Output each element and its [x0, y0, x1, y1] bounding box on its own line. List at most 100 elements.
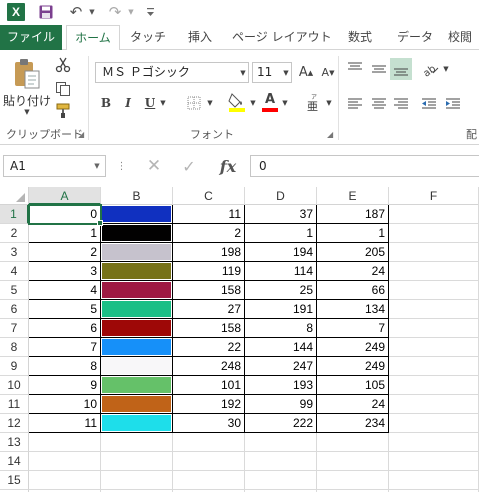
cell-d1[interactable]: 37 — [245, 205, 317, 224]
borders-icon[interactable] — [186, 94, 202, 112]
cell-c7[interactable]: 158 — [173, 319, 245, 338]
insert-function-button[interactable]: fx — [215, 155, 241, 177]
column-header-d[interactable]: D — [245, 187, 317, 205]
fill-color-icon[interactable] — [228, 91, 246, 113]
tab-formulas[interactable]: 数式 — [340, 25, 380, 50]
cell-f15[interactable] — [389, 471, 479, 490]
italic-button[interactable]: I — [120, 93, 136, 113]
tab-page-layout[interactable]: ページ レイアウト — [232, 25, 332, 50]
cell-b2[interactable] — [101, 224, 173, 243]
redo-icon[interactable]: ↷ — [107, 3, 123, 21]
row-header[interactable]: 9 — [0, 357, 29, 376]
cell-f3[interactable] — [389, 243, 479, 262]
cell-f1[interactable] — [389, 205, 479, 224]
decrease-indent-icon[interactable] — [420, 96, 438, 112]
cell-e2[interactable]: 1 — [317, 224, 389, 243]
cell-b3[interactable] — [101, 243, 173, 262]
align-center-icon[interactable] — [370, 96, 388, 112]
font-color-dropdown-icon[interactable]: ▼ — [281, 93, 289, 113]
cell-f5[interactable] — [389, 281, 479, 300]
cell-d9[interactable]: 247 — [245, 357, 317, 376]
customize-qat-icon[interactable] — [145, 3, 155, 21]
cell-b12[interactable] — [101, 414, 173, 433]
cell-c8[interactable]: 22 — [173, 338, 245, 357]
row-header[interactable]: 8 — [0, 338, 29, 357]
cell-b10[interactable] — [101, 376, 173, 395]
cell-d4[interactable]: 114 — [245, 262, 317, 281]
cell-b7[interactable] — [101, 319, 173, 338]
borders-dropdown-icon[interactable]: ▼ — [206, 93, 214, 113]
row-header[interactable]: 12 — [0, 414, 29, 433]
cell-d13[interactable] — [245, 433, 317, 452]
column-header-f[interactable]: F — [389, 187, 479, 205]
row-header[interactable]: 6 — [0, 300, 29, 319]
cell-b11[interactable] — [101, 395, 173, 414]
cell-e3[interactable]: 205 — [317, 243, 389, 262]
cell-c2[interactable]: 2 — [173, 224, 245, 243]
cell-e12[interactable]: 234 — [317, 414, 389, 433]
cell-e9[interactable]: 249 — [317, 357, 389, 376]
row-header[interactable]: 2 — [0, 224, 29, 243]
cell-e1[interactable]: 187 — [317, 205, 389, 224]
cell-e10[interactable]: 105 — [317, 376, 389, 395]
cell-d5[interactable]: 25 — [245, 281, 317, 300]
row-header[interactable]: 4 — [0, 262, 29, 281]
tab-home[interactable]: ホーム — [66, 25, 120, 51]
cell-c3[interactable]: 198 — [173, 243, 245, 262]
cell-c14[interactable] — [173, 452, 245, 471]
cancel-entry-icon[interactable]: ✕ — [143, 155, 165, 177]
cell-c1[interactable]: 11 — [173, 205, 245, 224]
font-launcher-icon[interactable]: ◢ — [327, 130, 333, 139]
column-header-a[interactable]: A — [29, 187, 101, 205]
increase-indent-icon[interactable] — [444, 96, 462, 112]
cell-b15[interactable] — [101, 471, 173, 490]
cell-f7[interactable] — [389, 319, 479, 338]
tab-insert[interactable]: 挿入 — [180, 25, 220, 50]
cell-e11[interactable]: 24 — [317, 395, 389, 414]
cell-b14[interactable] — [101, 452, 173, 471]
cell-c15[interactable] — [173, 471, 245, 490]
cell-c10[interactable]: 101 — [173, 376, 245, 395]
font-name-select[interactable]: ＭＳ Ｐゴシック — [95, 62, 249, 83]
cell-b8[interactable] — [101, 338, 173, 357]
row-header[interactable]: 1 — [0, 205, 29, 224]
cell-e13[interactable] — [317, 433, 389, 452]
underline-dropdown-icon[interactable]: ▼ — [159, 93, 167, 113]
clipboard-launcher-icon[interactable]: ◢ — [78, 130, 84, 139]
cell-a6[interactable]: 5 — [29, 300, 101, 319]
cell-a10[interactable]: 9 — [29, 376, 101, 395]
cell-e7[interactable]: 7 — [317, 319, 389, 338]
align-middle-icon[interactable] — [370, 60, 388, 78]
cell-e6[interactable]: 134 — [317, 300, 389, 319]
phonetic-dropdown-icon[interactable]: ▼ — [325, 93, 333, 113]
font-name-dropdown-icon[interactable]: ▼ — [238, 62, 248, 83]
cell-e14[interactable] — [317, 452, 389, 471]
cell-e8[interactable]: 249 — [317, 338, 389, 357]
cell-a8[interactable]: 7 — [29, 338, 101, 357]
cell-f14[interactable] — [389, 452, 479, 471]
select-all-button[interactable] — [0, 187, 29, 205]
column-header-e[interactable]: E — [317, 187, 389, 205]
fill-color-dropdown-icon[interactable]: ▼ — [249, 93, 257, 113]
tab-touch[interactable]: タッチ — [124, 25, 172, 50]
orientation-icon[interactable]: ab — [420, 60, 440, 78]
cell-f6[interactable] — [389, 300, 479, 319]
cell-e15[interactable] — [317, 471, 389, 490]
undo-icon[interactable]: ↶ — [68, 3, 84, 21]
grow-font-button[interactable]: A ▲ — [297, 63, 315, 82]
enter-entry-icon[interactable]: ✓ — [178, 155, 200, 177]
cell-f13[interactable] — [389, 433, 479, 452]
cell-c13[interactable] — [173, 433, 245, 452]
formula-input[interactable]: 0 — [250, 155, 479, 177]
row-header[interactable]: 13 — [0, 433, 29, 452]
formula-bar-grip-icon[interactable]: ⋮ — [117, 157, 127, 175]
cell-a4[interactable]: 3 — [29, 262, 101, 281]
row-header[interactable]: 3 — [0, 243, 29, 262]
column-header-b[interactable]: B — [101, 187, 173, 205]
align-left-icon[interactable] — [346, 96, 364, 112]
cell-f2[interactable] — [389, 224, 479, 243]
underline-button[interactable]: U — [142, 93, 158, 113]
cell-a15[interactable] — [29, 471, 101, 490]
tab-review[interactable]: 校閲 — [448, 25, 479, 50]
font-color-button[interactable]: A — [262, 91, 278, 113]
